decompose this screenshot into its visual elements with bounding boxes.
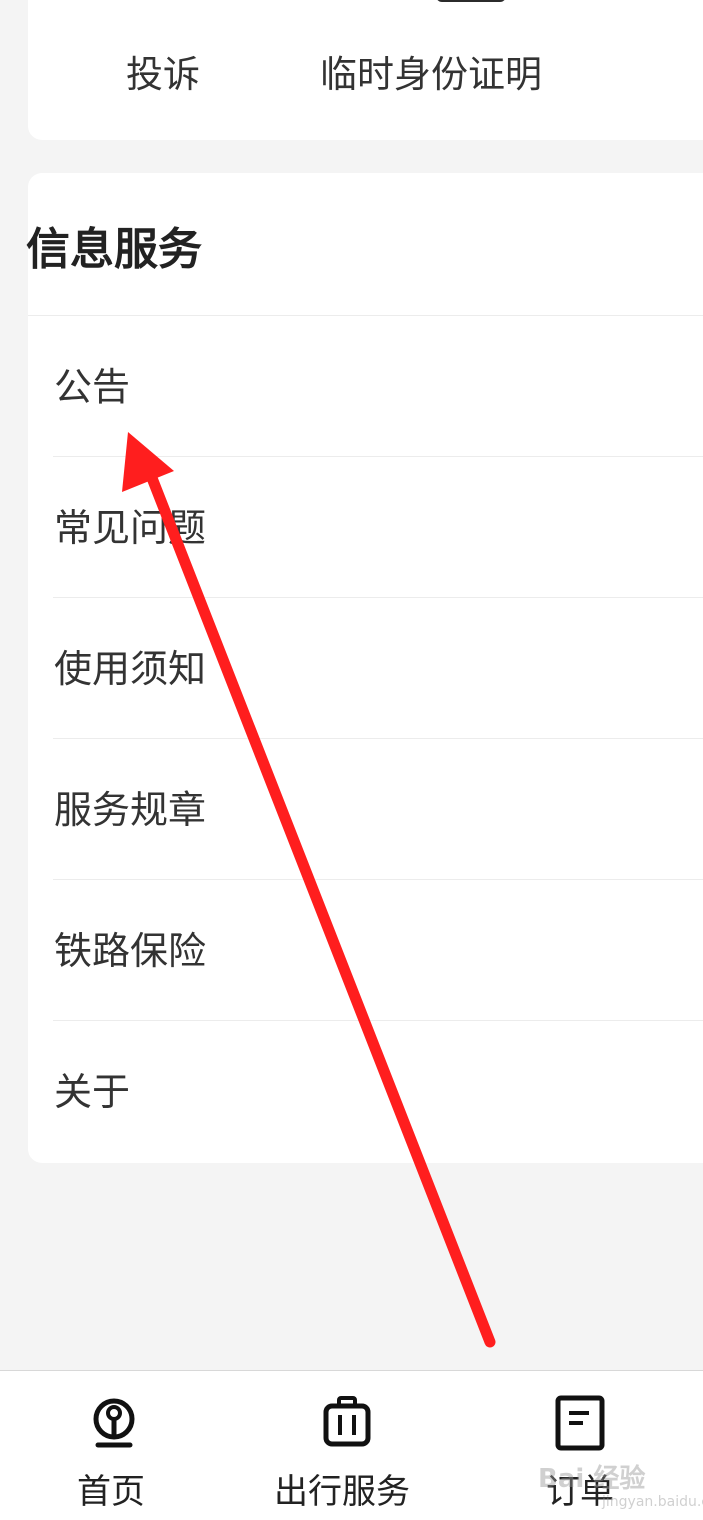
- tab-travel-service[interactable]: 出行服务: [262, 1371, 432, 1520]
- list-item-faq[interactable]: 常见问题: [28, 457, 703, 598]
- temporary-id-icon[interactable]: [436, 0, 506, 2]
- list-item-service-rules[interactable]: 服务规章: [28, 739, 703, 880]
- section-title: 信息服务: [26, 224, 202, 275]
- tab-label: 首页: [77, 1472, 145, 1512]
- tab-home[interactable]: 首页: [40, 1371, 190, 1520]
- order-document-icon: [555, 1395, 605, 1451]
- luggage-icon: [323, 1396, 371, 1447]
- watermark-logo: Bai 经验: [538, 1464, 646, 1494]
- list-item-label: 常见问题: [54, 505, 207, 550]
- tab-label: 出行服务: [274, 1472, 410, 1512]
- list-item-label: 使用须知: [54, 646, 207, 691]
- list-item-label: 公告: [54, 364, 131, 409]
- list-item-label: 关于: [54, 1069, 131, 1114]
- list-item-about[interactable]: 关于: [28, 1021, 703, 1162]
- list-item-label: 铁路保险: [54, 928, 207, 973]
- temporary-id-label[interactable]: 临时身份证明: [320, 56, 542, 93]
- list-item-announcement[interactable]: 公告: [28, 316, 703, 457]
- list-item-label: 服务规章: [54, 787, 207, 832]
- list-item-railway-insurance[interactable]: 铁路保险: [28, 880, 703, 1021]
- watermark-url: jingyan.baidu.com: [602, 1494, 703, 1510]
- complaint-label[interactable]: 投诉: [126, 56, 200, 93]
- railway-logo-icon: [93, 1398, 135, 1448]
- bottom-tab-bar: 首页 出行服务 订单: [0, 1370, 703, 1520]
- list-item-usage-notice[interactable]: 使用须知: [28, 598, 703, 739]
- info-service-card: 公告 常见问题 使用须知 服务规章 铁路保险 关于: [28, 173, 703, 1163]
